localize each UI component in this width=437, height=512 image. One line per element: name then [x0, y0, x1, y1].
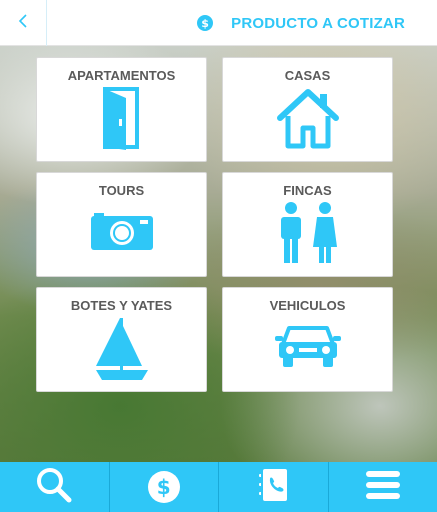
category-card-vehiculos[interactable]: VEHICULOS — [222, 287, 393, 392]
back-button[interactable] — [0, 0, 47, 46]
category-label: BOTES Y YATES — [70, 298, 173, 313]
dollar-glyph: $ — [156, 475, 171, 499]
category-label: CASAS — [284, 68, 331, 83]
door-icon — [102, 86, 142, 155]
dollar-icon: $ — [147, 471, 180, 503]
top-bar: $ PRODUCTO A COTIZAR — [0, 0, 437, 46]
page-title: PRODUCTO A COTIZAR — [231, 14, 405, 32]
dollar-icon: $ — [197, 15, 214, 31]
car-icon — [274, 324, 341, 373]
contacts-book-icon — [258, 468, 288, 507]
tab-quote[interactable]: $ — [110, 462, 219, 512]
tab-search[interactable] — [0, 462, 110, 512]
category-card-botes-y-yates[interactable]: BOTES Y YATES — [36, 287, 207, 392]
search-icon — [36, 467, 72, 508]
bottom-tab-bar: $ — [0, 462, 437, 512]
chevron-left-icon — [18, 13, 28, 34]
house-icon — [276, 86, 340, 155]
category-label: VEHICULOS — [269, 298, 346, 313]
tab-contacts[interactable] — [219, 462, 329, 512]
header-title-group: $ PRODUCTO A COTIZAR — [197, 0, 405, 46]
menu-icon — [365, 470, 400, 505]
category-label: TOURS — [98, 183, 145, 198]
category-card-casas[interactable]: CASAS — [222, 57, 393, 162]
people-icon — [277, 201, 339, 270]
category-card-fincas[interactable]: FINCAS — [222, 172, 393, 277]
tab-menu[interactable] — [329, 462, 437, 512]
category-card-tours[interactable]: TOURS — [36, 172, 207, 277]
sailboat-icon — [90, 316, 154, 387]
category-label: FINCAS — [283, 183, 332, 198]
category-card-apartamentos[interactable]: APARTAMENTOS — [36, 57, 207, 162]
category-label: APARTAMENTOS — [67, 68, 176, 83]
camera-icon — [90, 209, 154, 256]
